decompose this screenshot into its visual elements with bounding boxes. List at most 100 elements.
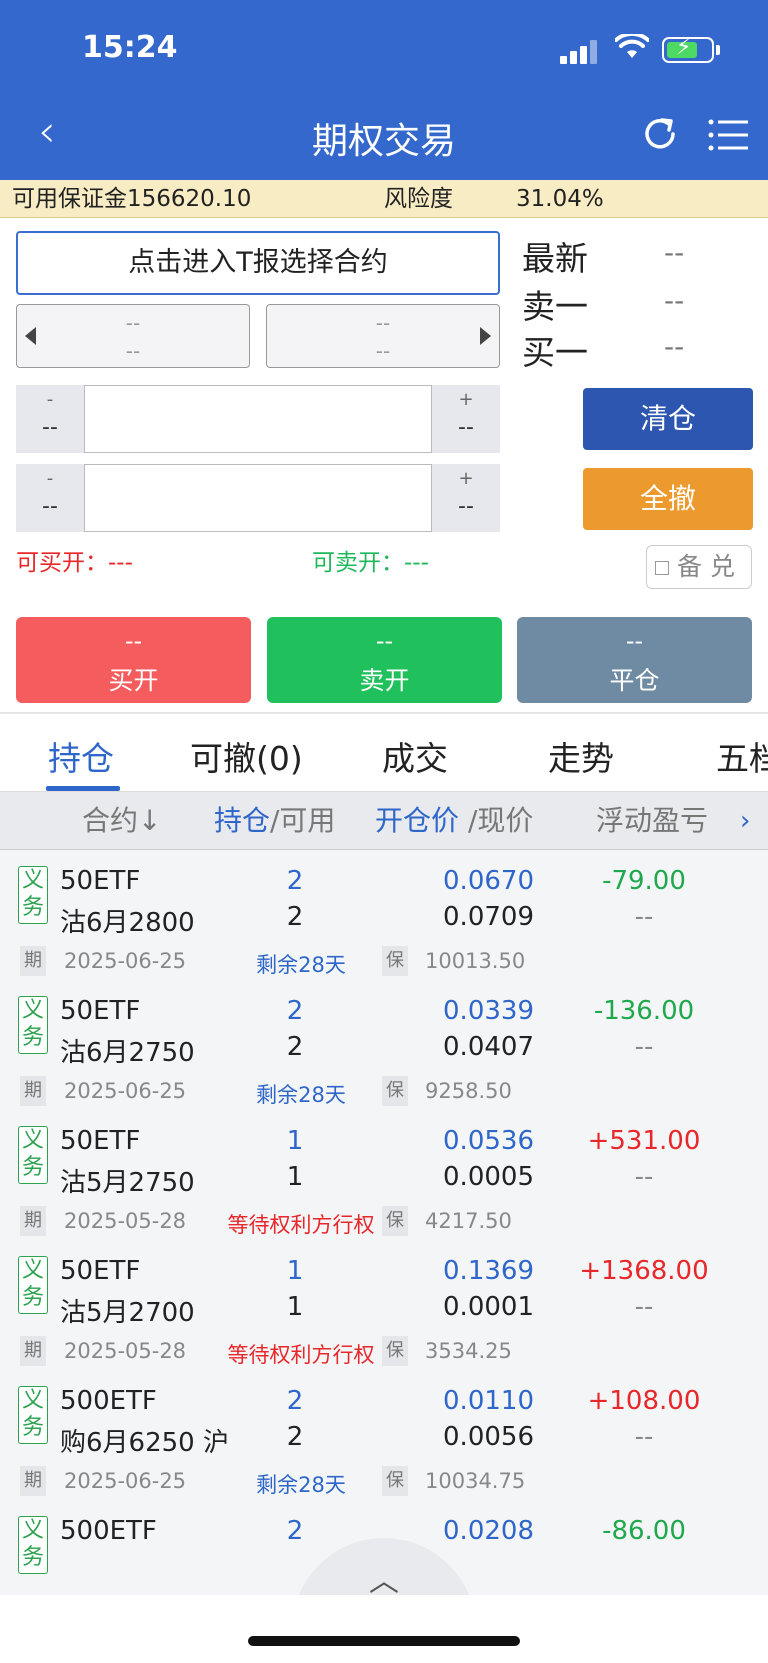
position-margin: 4217.50 [425,1209,512,1233]
now-price: 0.0056 [443,1422,534,1452]
ask-label: 卖一 [522,287,588,326]
position-qty: 2 [286,1516,304,1546]
contract-detail: 沽6月2800 [60,908,195,938]
position-margin: 10013.50 [425,949,526,973]
ask-value: -- [664,284,685,317]
refresh-icon[interactable] [640,114,680,154]
float-pl-secondary: -- [634,1422,654,1452]
cellular-signal-icon [560,38,600,64]
expiry-date: 2025-05-28 [64,1209,187,1233]
col-position: 持仓 [214,804,271,837]
qty-minus-button[interactable]: - -- [16,464,84,532]
quantity-input[interactable] [84,464,432,532]
margin-tag: 保 [382,946,408,976]
tab-trades[interactable]: 成交 [382,732,448,780]
right-selector[interactable]: -- -- [266,304,500,368]
list-menu-icon[interactable] [708,118,750,152]
contract-select-button[interactable]: 点击进入T报选择合约 [16,231,500,295]
underlying-name: 50ETF [60,996,141,1026]
price-plus-button[interactable]: + -- [432,385,500,453]
col-contract[interactable]: 合约↓ [82,792,161,850]
status-time: 15:24 [82,30,178,65]
expiry-date: 2025-06-25 [64,1469,187,1493]
covered-checkbox[interactable]: 备 兑 [646,545,752,589]
clear-positions-button[interactable]: 清仓 [583,388,753,450]
expiry-date: 2025-06-25 [64,1079,187,1103]
position-row[interactable]: 义务 50ETF 沽6月2800 2 2 0.0670 0.0709 -79.00 -- 期 202… [0,850,768,988]
contract-detail: 沽5月2750 [60,1168,195,1198]
tab-trend[interactable]: 走势 [548,732,614,780]
position-row[interactable]: 义务 50ETF 沽5月2750 1 1 0.0536 0.0005 +531.00 -- 期 20… [0,1110,768,1248]
bottom-safe-area [0,1595,768,1663]
active-tab-indicator [46,786,120,791]
right-selector-top: -- [375,311,391,335]
position-qty: 1 [286,1256,304,1286]
float-pl: -86.00 [602,1516,686,1546]
account-summary-bar: 可用保证金156620.10 风险度 31.04% [0,180,768,218]
position-row[interactable]: 义务 50ETF 沽5月2700 1 1 0.1369 0.0001 +1368.00 -- 期 2… [0,1240,768,1378]
underlying-name: 50ETF [60,1126,141,1156]
expiry-date: 2025-06-25 [64,949,187,973]
cancel-all-button[interactable]: 全撤 [583,468,753,530]
contract-detail: 沽5月2700 [60,1298,195,1328]
chevron-right-icon[interactable]: › [740,792,750,850]
position-row[interactable]: 义务 500ETF 购6月6250 沪 2 2 0.0110 0.0056 +108.00 --… [0,1370,768,1508]
obligation-tag: 义务 [18,1256,48,1314]
margin-tag: 保 [382,1336,408,1366]
left-selector-top: -- [125,311,141,335]
float-pl-secondary: -- [634,902,654,932]
open-price: 0.0670 [443,866,534,896]
available-qty: 1 [286,1162,304,1192]
days-remaining: 等待权利方行权 [227,1343,375,1367]
col-available: /可用 [270,804,336,837]
quantity-stepper: - -- + -- [16,464,500,532]
buy-open-button[interactable]: -- 买开 [16,617,251,703]
left-selector-bottom: -- [125,339,141,363]
position-row[interactable]: 义务 50ETF 沽6月2750 2 2 0.0339 0.0407 -136.00 -- 期 20… [0,980,768,1118]
tab-five-levels[interactable]: 五档 [716,732,768,780]
now-price: 0.0001 [443,1292,534,1322]
now-price: 0.0709 [443,902,534,932]
col-float-pl: 浮动盈亏 [596,804,709,837]
contract-detail: 沽6月2750 [60,1038,195,1068]
open-price: 0.0339 [443,996,534,1026]
obligation-tag: 义务 [18,1516,48,1574]
tab-bar: 持仓 可撤(0) 成交 走势 五档 [0,714,768,792]
battery-tip [716,45,720,55]
covered-label: 备 兑 [677,552,735,581]
float-pl-secondary: -- [634,1032,654,1062]
underlying-name: 500ETF [60,1516,157,1546]
open-price: 0.0208 [443,1516,534,1546]
days-remaining: 剩余28天 [256,953,346,977]
price-input[interactable] [84,385,432,453]
expiry-tag: 期 [20,946,46,976]
position-qty: 1 [286,1126,304,1156]
expiry-tag: 期 [20,1076,46,1106]
tab-positions[interactable]: 持仓 [48,732,114,780]
obligation-tag: 义务 [18,866,48,924]
price-minus-button[interactable]: - -- [16,385,84,453]
left-selector[interactable]: -- -- [16,304,250,368]
position-margin: 10034.75 [425,1469,526,1493]
price-stepper: - -- + -- [16,385,500,453]
available-qty: 2 [286,1422,304,1452]
open-price: 0.1369 [443,1256,534,1286]
obligation-tag: 义务 [18,1126,48,1184]
float-pl: +108.00 [587,1386,701,1416]
charging-bolt-icon: ⚡ [676,35,692,60]
checkbox-icon [655,561,669,575]
latest-value: -- [664,236,685,269]
tab-cancelable[interactable]: 可撤(0) [190,732,303,780]
float-pl: +1368.00 [579,1256,709,1286]
margin-tag: 保 [382,1466,408,1496]
can-buy-open: 可买开：--- [16,550,133,576]
float-pl-secondary: -- [634,1162,654,1192]
days-remaining: 等待权利方行权 [227,1213,375,1237]
contract-detail: 购6月6250 沪 [60,1428,229,1458]
close-position-button[interactable]: -- 平仓 [517,617,752,703]
can-sell-open: 可卖开：--- [312,550,429,576]
latest-label: 最新 [522,239,588,278]
sell-open-button[interactable]: -- 卖开 [267,617,502,703]
qty-plus-button[interactable]: + -- [432,464,500,532]
now-price: 0.0407 [443,1032,534,1062]
